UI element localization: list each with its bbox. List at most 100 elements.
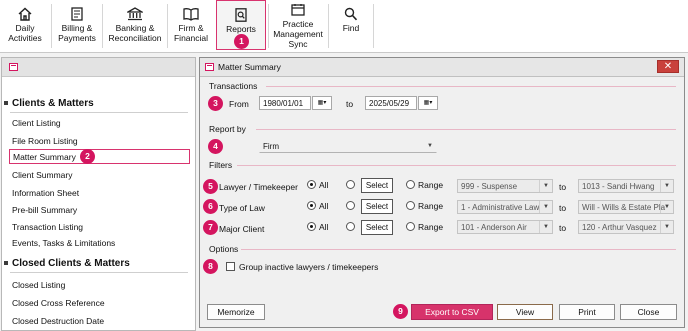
reports-list-panel: Clients & Matters Client Listing File Ro…	[1, 57, 196, 331]
find-label: Find	[342, 23, 360, 33]
banking-reconciliation-label: Banking & Reconciliation	[108, 23, 162, 43]
callout-badge-2: 2	[80, 149, 95, 164]
report-item-matter-summary[interactable]: Matter Summary 2	[9, 149, 190, 164]
section-title-closed-clients-matters: Closed Clients & Matters	[4, 258, 130, 269]
report-by-heading: Report by	[209, 124, 246, 134]
to-date-input[interactable]: 2025/05/29	[365, 96, 417, 110]
firm-financial-label: Firm & Financial	[173, 23, 209, 43]
major-client-range-to-select[interactable]: 120 - Arthur Vasquez ▼	[578, 220, 674, 234]
all-label: All	[319, 201, 329, 211]
all-label: All	[319, 222, 329, 232]
filters-heading: Filters	[209, 160, 233, 170]
report-item-transaction-listing[interactable]: Transaction Listing	[12, 222, 83, 232]
ribbon-divider	[328, 4, 329, 48]
report-item-client-listing[interactable]: Client Listing	[12, 118, 61, 128]
from-date-input[interactable]: 1980/01/01	[259, 96, 311, 110]
book-icon	[183, 8, 199, 21]
range-to-label: to	[559, 182, 567, 192]
report-item-client-summary[interactable]: Client Summary	[12, 170, 72, 180]
section-title-clients-matters: Clients & Matters	[4, 98, 94, 109]
callout-badge-3: 3	[208, 96, 223, 111]
lawyer-range-radio[interactable]	[406, 180, 415, 189]
group-inactive-label: Group inactive lawyers / timekeepers	[239, 262, 379, 272]
report-by-value: Firm	[263, 142, 279, 151]
lawyer-range-from-select[interactable]: 999 - Suspense ▼	[457, 179, 553, 193]
banking-reconciliation-button[interactable]: Banking & Reconciliation	[104, 0, 166, 50]
major-client-all-radio[interactable]	[307, 222, 316, 231]
dropdown-arrow-icon: ▼	[427, 143, 433, 149]
group-divider	[266, 86, 676, 87]
report-item-pre-bill-summary[interactable]: Pre-bill Summary	[12, 205, 77, 215]
ribbon-divider	[373, 4, 374, 48]
practice-management-sync-label: Practice Management Sync	[273, 19, 323, 49]
group-divider	[256, 129, 676, 130]
major-client-range-radio[interactable]	[406, 222, 415, 231]
filter-label-lawyer-timekeeper: Lawyer / Timekeeper	[219, 182, 298, 192]
type-of-law-range-radio[interactable]	[406, 201, 415, 210]
report-item-information-sheet[interactable]: Information Sheet	[12, 188, 79, 198]
range-label: Range	[418, 180, 444, 190]
practice-management-sync-button[interactable]: Practice Management Sync	[270, 0, 326, 50]
from-calendar-button[interactable]: ▦▾	[312, 96, 332, 110]
callout-badge-6: 6	[203, 199, 218, 214]
view-button[interactable]: View	[497, 304, 553, 320]
group-divider	[237, 165, 676, 166]
callout-badge-7: 7	[203, 220, 218, 235]
report-item-closed-destruction-date[interactable]: Closed Destruction Date	[12, 316, 104, 326]
range-to-label: to	[559, 223, 567, 233]
group-inactive-checkbox[interactable]	[226, 262, 235, 271]
sync-icon	[291, 4, 305, 16]
find-button[interactable]: Find	[330, 0, 372, 50]
dropdown-arrow-icon: ▼	[539, 221, 552, 233]
callout-badge-9: 9	[393, 304, 408, 319]
callout-badge-1: 1	[234, 34, 249, 49]
close-button[interactable]: Close	[620, 304, 677, 320]
report-item-closed-cross-reference[interactable]: Closed Cross Reference	[12, 298, 105, 308]
bank-icon	[127, 7, 143, 21]
ribbon-divider	[268, 4, 269, 48]
report-by-select[interactable]: Firm ▼	[259, 139, 437, 153]
dropdown-arrow-icon: ▼	[660, 221, 673, 233]
lawyer-select-button[interactable]: Select	[361, 178, 393, 193]
major-client-select-button[interactable]: Select	[361, 220, 393, 235]
close-icon[interactable]: ✕	[657, 60, 679, 73]
billing-payments-button[interactable]: Billing & Payments	[54, 0, 100, 50]
firm-financial-button[interactable]: Firm & Financial	[169, 0, 213, 50]
report-item-events-tasks-limitations[interactable]: Events, Tasks & Limitations	[12, 238, 115, 248]
dropdown-arrow-icon: ▼	[660, 201, 673, 213]
type-of-law-select-button[interactable]: Select	[361, 199, 393, 214]
panel-header	[2, 58, 195, 77]
major-client-select-radio[interactable]	[346, 222, 355, 231]
to-calendar-button[interactable]: ▦▾	[418, 96, 438, 110]
range-label: Range	[418, 201, 444, 211]
search-icon	[344, 7, 358, 21]
major-client-range-from-select[interactable]: 101 - Anderson Air ▼	[457, 220, 553, 234]
transactions-heading: Transactions	[209, 81, 258, 91]
home-icon	[18, 7, 32, 21]
report-icon	[235, 8, 247, 22]
report-item-file-room-listing[interactable]: File Room Listing	[12, 136, 78, 146]
lawyer-all-radio[interactable]	[307, 180, 316, 189]
lawyer-select-radio[interactable]	[346, 180, 355, 189]
daily-activities-button[interactable]: Daily Activities	[2, 0, 48, 50]
print-button[interactable]: Print	[559, 304, 615, 320]
memorize-button[interactable]: Memorize	[207, 304, 265, 320]
reports-button[interactable]: Reports 1	[216, 0, 266, 50]
dropdown-arrow-icon: ▼	[660, 180, 673, 192]
lawyer-range-to-select[interactable]: 1013 - Sandi Hwang ▼	[578, 179, 674, 193]
all-label: All	[319, 180, 329, 190]
section-divider	[10, 272, 188, 273]
type-of-law-range-to-select[interactable]: Will - Wills & Estate Pla ▼	[578, 200, 674, 214]
type-of-law-select-radio[interactable]	[346, 201, 355, 210]
section-divider	[10, 112, 188, 113]
export-to-csv-button[interactable]: Export to CSV	[411, 304, 493, 320]
dropdown-arrow-icon: ▼	[539, 201, 552, 213]
group-divider	[241, 249, 676, 250]
dialog-title: Matter Summary	[218, 62, 281, 72]
type-of-law-range-from-select[interactable]: 1 - Administrative Law ▼	[457, 200, 553, 214]
range-to-value: 1013 - Sandi Hwang	[582, 182, 655, 191]
type-of-law-all-radio[interactable]	[307, 201, 316, 210]
report-item-closed-listing[interactable]: Closed Listing	[12, 280, 65, 290]
billing-payments-label: Billing & Payments	[58, 23, 96, 43]
to-label: to	[346, 99, 354, 109]
